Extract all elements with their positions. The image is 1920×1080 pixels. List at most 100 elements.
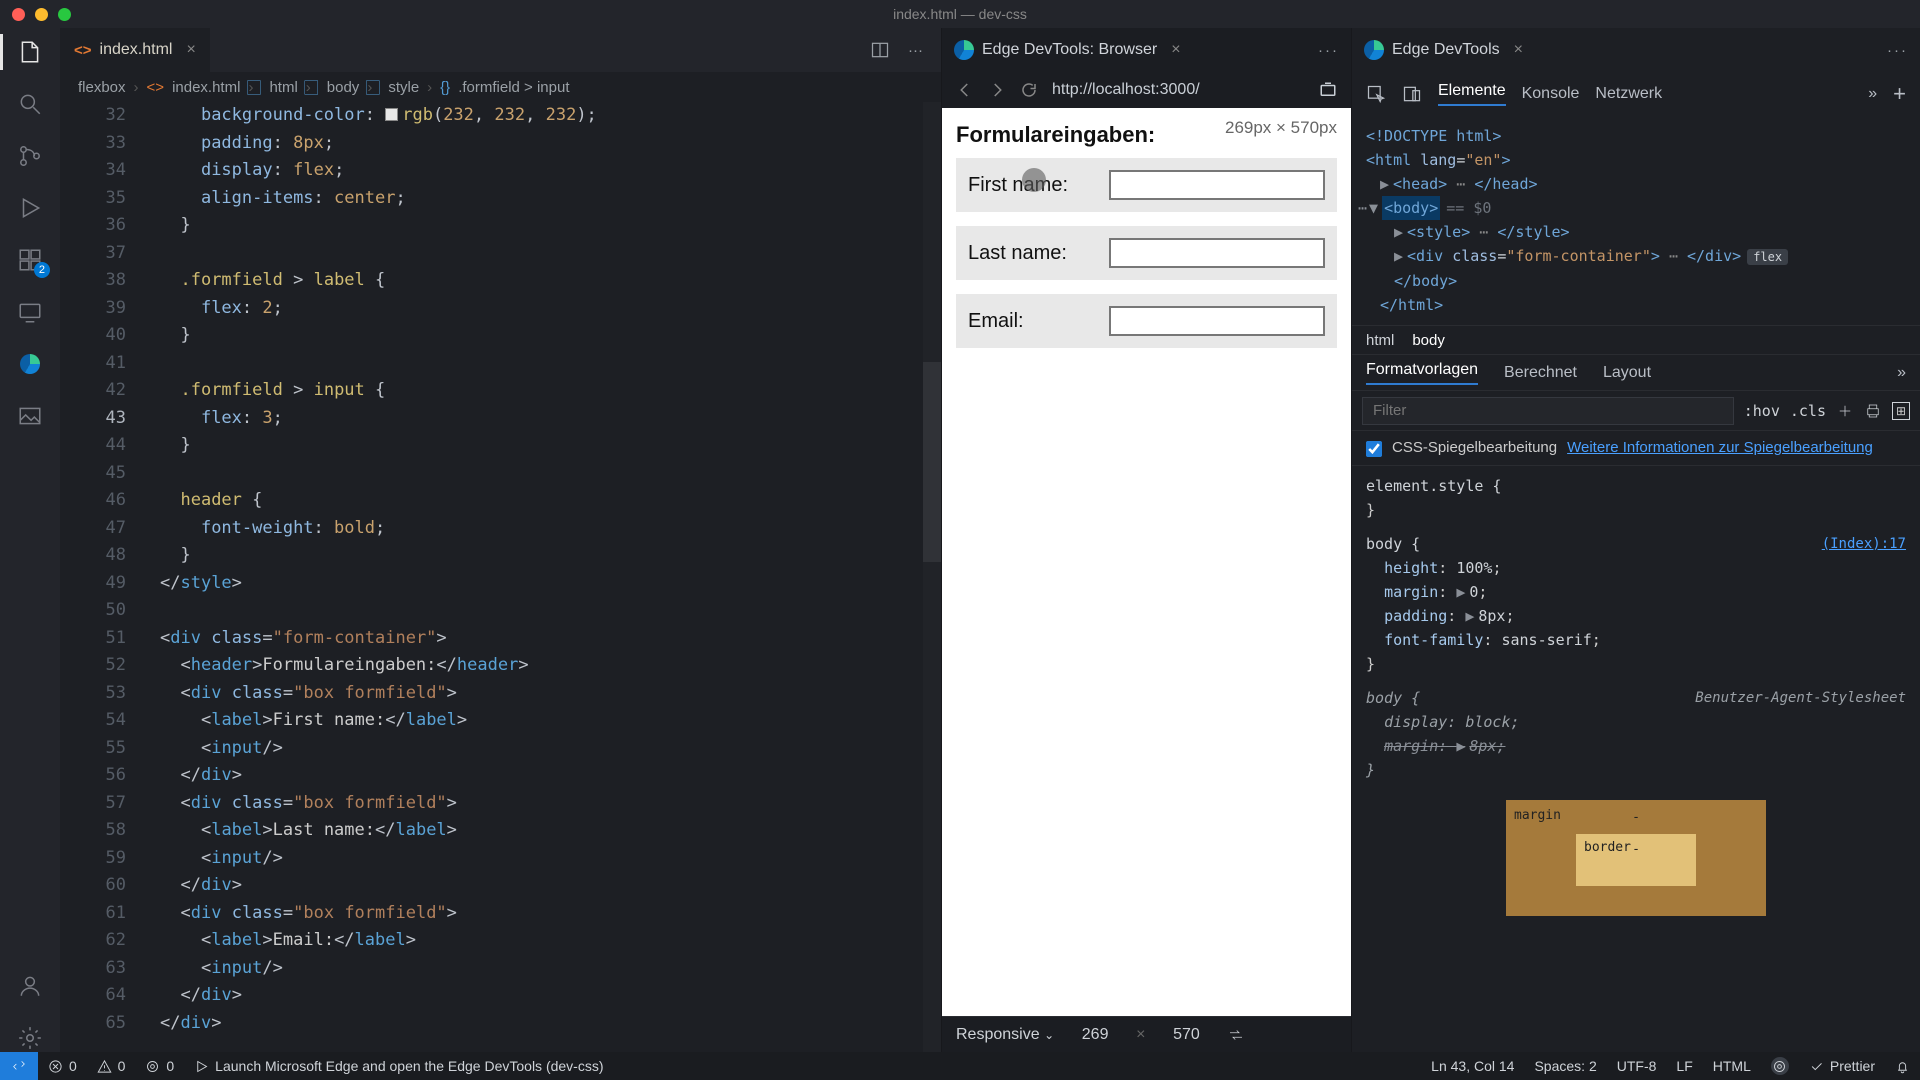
minimize-window[interactable] [35,8,48,21]
css-mirror-checkbox[interactable] [1366,441,1382,457]
formfield-first: First name: [956,158,1337,212]
new-style-icon[interactable] [1836,402,1854,420]
extensions-icon[interactable]: 2 [16,246,44,274]
editor-group: <> index.html × ··· flexbox› <>index.htm… [60,28,942,1052]
ports-seg[interactable]: 0 [135,1058,184,1074]
crumb-selector[interactable]: .formfield > input [458,79,569,96]
panel-more-icon[interactable]: ··· [1318,42,1339,59]
devtools-panel: Edge DevTools × ··· Elemente Konsole Net… [1352,28,1920,1052]
eol[interactable]: LF [1666,1058,1702,1074]
print-icon[interactable] [1864,402,1882,420]
styles-filter-row: :hov .cls ⊞ [1352,391,1920,431]
browser-tab[interactable]: Edge DevTools: Browser × [954,40,1181,60]
crumb-html[interactable]: html [269,79,297,96]
crumb-html[interactable]: html [1366,332,1394,349]
selector-icon: {} [440,79,450,96]
close-panel-icon[interactable]: × [1514,41,1523,59]
label-email: Email: [968,310,1109,333]
devtools-tab[interactable]: Edge DevTools × [1364,40,1523,60]
nav-forward-icon[interactable] [988,81,1006,99]
input-last[interactable] [1109,238,1325,268]
cls-toggle[interactable]: .cls [1790,402,1826,420]
css-mirror-label: CSS-Spiegelbearbeitung [1392,439,1557,456]
remote-icon[interactable] [16,298,44,326]
breadcrumb[interactable]: flexbox› <>index.html› ⃞html› ⃞body› ⃞st… [60,72,941,102]
close-window[interactable] [12,8,25,21]
screenshot-icon[interactable] [1319,81,1337,99]
prettier-seg[interactable]: Prettier [1799,1058,1885,1074]
split-editor-icon[interactable] [870,40,890,60]
dom-tree[interactable]: <!DOCTYPE html> <html lang="en"> ▶<head>… [1352,116,1920,325]
url-field[interactable]: http://localhost:3000/ [1052,81,1305,99]
tab-network[interactable]: Netzwerk [1595,85,1662,103]
port-badge[interactable] [1761,1057,1799,1075]
device-width[interactable] [1068,1026,1122,1044]
edge-icon [954,40,974,60]
account-icon[interactable] [16,972,44,1000]
new-tab-icon[interactable]: + [1893,81,1906,107]
input-first[interactable] [1109,170,1325,200]
subtab-styles[interactable]: Formatvorlagen [1366,361,1478,385]
device-height[interactable] [1159,1026,1213,1044]
more-tabs-icon[interactable]: » [1868,85,1877,103]
crumb-body[interactable]: body [1412,332,1445,349]
notifications-icon[interactable] [1885,1059,1920,1074]
settings-gear-icon[interactable] [16,1024,44,1052]
search-icon[interactable] [16,90,44,118]
panel-more-icon[interactable]: ··· [1887,42,1908,59]
label-last: Last name: [968,242,1109,265]
element-style[interactable]: element.style { [1366,477,1501,495]
tab-index-html[interactable]: <> index.html × [60,28,211,72]
device-toggle-icon[interactable] [1402,84,1422,104]
more-subtabs-icon[interactable]: » [1897,364,1906,382]
css-mirror-link[interactable]: Weitere Informationen zur Spiegelbearbei… [1567,439,1873,456]
inspect-element-icon[interactable] [1366,84,1386,104]
source-link[interactable]: (Index):17 [1822,532,1906,556]
subtab-layout[interactable]: Layout [1603,364,1651,382]
more-actions-icon[interactable]: ··· [908,42,923,59]
html-file-icon: <> [147,79,165,96]
explorer-icon[interactable] [16,38,44,66]
box-model[interactable]: margin - border - [1366,800,1906,916]
launch-seg[interactable]: Launch Microsoft Edge and open the Edge … [184,1058,613,1074]
flex-overlay-icon[interactable]: ⊞ [1892,402,1910,420]
errors-seg[interactable]: 0 0 [38,1058,135,1074]
traffic-lights [12,8,71,21]
hov-toggle[interactable]: :hov [1744,402,1780,420]
image-icon[interactable] [16,402,44,430]
run-debug-icon[interactable] [16,194,44,222]
ua-source: Benutzer-Agent-Stylesheet [1695,686,1906,710]
crumb-file[interactable]: index.html [172,79,240,96]
crumb-folder[interactable]: flexbox [78,79,126,96]
device-sep: × [1136,1026,1145,1044]
source-control-icon[interactable] [16,142,44,170]
minimap-thumb[interactable] [923,362,941,562]
close-panel-icon[interactable]: × [1171,41,1180,59]
activity-bar: 2 [0,28,60,1052]
crumb-body[interactable]: body [327,79,360,96]
cursor-pos[interactable]: Ln 43, Col 14 [1421,1058,1524,1074]
device-mode[interactable]: Responsive ⌄ [956,1026,1054,1044]
styles-body[interactable]: element.style { } (Index):17body { heigh… [1352,466,1920,1052]
styles-filter-input[interactable] [1362,397,1734,425]
input-email[interactable] [1109,306,1325,336]
close-tab-icon[interactable]: × [186,41,195,59]
subtab-computed[interactable]: Berechnet [1504,364,1577,382]
rotate-icon[interactable] [1227,1026,1245,1044]
code-editor[interactable]: 3233343536373839404142434445464748495051… [60,102,941,1052]
viewport-dims: 269px × 570px [1225,118,1337,138]
nav-back-icon[interactable] [956,81,974,99]
zoom-window[interactable] [58,8,71,21]
encoding[interactable]: UTF-8 [1607,1058,1667,1074]
dom-breadcrumb[interactable]: html body [1352,325,1920,355]
minimap[interactable] [923,102,941,1052]
tab-elements[interactable]: Elemente [1438,82,1506,106]
edge-tools-icon[interactable] [16,350,44,378]
lang-mode[interactable]: HTML [1703,1058,1761,1074]
tab-console[interactable]: Konsole [1522,85,1580,103]
crumb-style[interactable]: style [388,79,419,96]
indent[interactable]: Spaces: 2 [1524,1058,1606,1074]
remote-button[interactable] [0,1052,38,1080]
devtools-tab-label: Edge DevTools [1392,41,1500,59]
nav-reload-icon[interactable] [1020,81,1038,99]
